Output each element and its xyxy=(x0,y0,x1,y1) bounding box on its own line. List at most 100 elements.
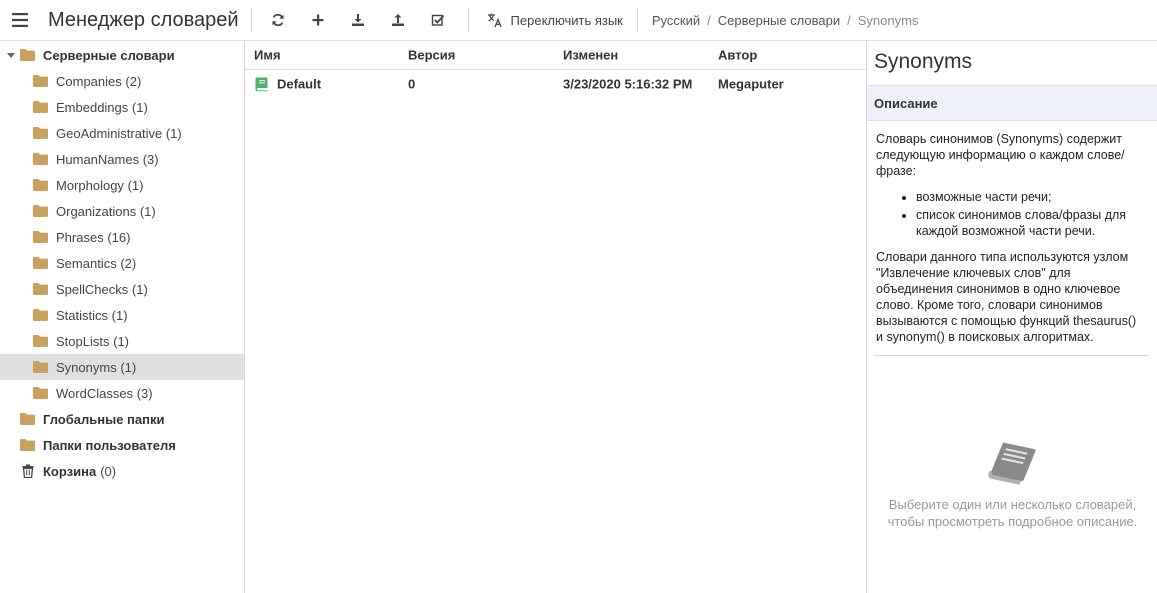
tree-label: GeoAdministrative (1) xyxy=(56,125,182,141)
upload-icon xyxy=(391,14,404,26)
tree-item-phrases[interactable]: Phrases (16) xyxy=(0,224,244,250)
breadcrumb-server-dictionaries[interactable]: Серверные словари xyxy=(718,13,840,28)
tree-item-stoplists[interactable]: StopLists (1) xyxy=(0,328,244,354)
tree-count: (1) xyxy=(139,203,156,219)
description-text: Словарь синонимов (Synonyms) содержит сл… xyxy=(867,121,1150,355)
tree-count: (1) xyxy=(127,177,144,193)
tree-root-server-dictionaries[interactable]: Серверные словари xyxy=(0,42,244,68)
description-header: Описание xyxy=(867,85,1157,121)
menu-icon[interactable] xyxy=(0,0,40,41)
tree-label: StopLists (1) xyxy=(56,333,129,349)
tree-item-humannames[interactable]: HumanNames (3) xyxy=(0,146,244,172)
tree-item-organizations[interactable]: Organizations (1) xyxy=(0,198,244,224)
tree-count: (2) xyxy=(120,255,137,271)
tree-item-morphology[interactable]: Morphology (1) xyxy=(0,172,244,198)
folder-icon xyxy=(33,101,48,113)
tree-user-folders[interactable]: Папки пользователя xyxy=(0,432,244,458)
tree-count: (3) xyxy=(142,151,159,167)
tree-item-semantics[interactable]: Semantics (2) xyxy=(0,250,244,276)
refresh-button[interactable] xyxy=(258,0,298,41)
translate-icon xyxy=(487,13,502,28)
tree-label: Organizations (1) xyxy=(56,203,156,219)
book-icon xyxy=(255,77,268,92)
tree-item-synonyms[interactable]: Synonyms (1) xyxy=(0,354,244,380)
column-header-version[interactable]: Версия xyxy=(408,48,455,63)
folder-icon xyxy=(33,361,48,373)
description-intro: Словарь синонимов (Synonyms) содержит сл… xyxy=(876,132,1125,178)
upload-button[interactable] xyxy=(378,0,418,41)
tree-count: (16) xyxy=(107,229,131,245)
breadcrumb: Русский / Серверные словари / Synonyms xyxy=(651,12,919,28)
dictionary-table: Имя Версия Изменен Автор Default 0 3/23/… xyxy=(245,41,866,593)
folder-icon xyxy=(33,179,48,191)
tree-global-folders[interactable]: Глобальные папки xyxy=(0,406,244,432)
tree-item-companies[interactable]: Companies (2) xyxy=(0,68,244,94)
folder-icon xyxy=(20,49,35,61)
tree-count: (1) xyxy=(113,333,129,349)
tree-count: (3) xyxy=(136,385,153,401)
tree-count: (1) xyxy=(111,307,128,323)
tree-trash[interactable]: Корзина (0) xyxy=(0,458,244,484)
folder-icon xyxy=(33,75,48,87)
tree-label: SpellChecks (1) xyxy=(56,281,148,297)
empty-selection-hint: Выберите один или несколько словарей, чт… xyxy=(887,497,1138,529)
details-panel: Synonyms Описание Словарь синонимов (Syn… xyxy=(866,41,1157,593)
download-button[interactable] xyxy=(338,0,378,41)
plus-icon xyxy=(312,14,324,26)
dictionary-author: Megaputer xyxy=(718,76,784,92)
toolbar-divider xyxy=(250,8,252,32)
tree-label: Папки пользователя xyxy=(43,437,176,453)
column-header-author[interactable]: Автор xyxy=(718,48,757,63)
divider xyxy=(874,355,1149,356)
tree-count: (0) xyxy=(100,463,117,479)
tree-count: (1) xyxy=(120,359,137,375)
tree-label: Корзина (0) xyxy=(43,463,117,479)
app-title: Менеджер словарей xyxy=(48,8,239,31)
folder-icon xyxy=(33,283,48,295)
folder-icon xyxy=(33,231,48,243)
tree-label: Серверные словари xyxy=(43,47,175,63)
folder-icon xyxy=(20,413,35,425)
trash-icon xyxy=(22,464,34,478)
toolbar-divider xyxy=(636,8,638,32)
folder-icon xyxy=(33,257,48,269)
folder-icon xyxy=(33,153,48,165)
breadcrumb-current: Synonyms xyxy=(857,12,919,28)
column-header-modified[interactable]: Изменен xyxy=(563,48,618,63)
table-header: Имя Версия Изменен Автор xyxy=(245,41,866,70)
folder-icon xyxy=(20,439,35,451)
tree-count: (1) xyxy=(165,125,182,141)
add-button[interactable] xyxy=(298,0,338,41)
folder-icon xyxy=(33,309,48,321)
description-bullet: возможные части речи; xyxy=(916,189,1142,205)
tree-label: Embeddings (1) xyxy=(56,99,148,115)
folder-icon xyxy=(33,335,48,347)
tree-children: Companies (2) Embeddings (1) GeoAdministra… xyxy=(0,68,244,406)
breadcrumb-language[interactable]: Русский xyxy=(652,13,700,28)
tree-item-statistics[interactable]: Statistics (1) xyxy=(0,302,244,328)
folder-tree: Серверные словари Companies (2) Embedding… xyxy=(0,41,245,593)
tree-item-spellchecks[interactable]: SpellChecks (1) xyxy=(0,276,244,302)
description-list: возможные части речи; список синонимов с… xyxy=(916,189,1142,239)
toolbar: Менеджер словарей Переключить язык Русск… xyxy=(0,0,1157,41)
tree-label: Statistics (1) xyxy=(56,307,128,323)
switch-language-button[interactable]: Переключить язык xyxy=(475,0,637,41)
description-usage: Словари данного типа используются узлом … xyxy=(876,250,1137,344)
refresh-icon xyxy=(271,13,284,27)
tree-item-embeddings[interactable]: Embeddings (1) xyxy=(0,94,244,120)
checkbox-icon xyxy=(431,14,444,26)
tree-count: (1) xyxy=(131,281,148,297)
empty-selection-placeholder: Выберите один или несколько словарей, чт… xyxy=(867,439,1157,530)
toolbar-divider xyxy=(467,8,469,32)
table-row[interactable]: Default 0 3/23/2020 5:16:32 PM Megaputer xyxy=(245,70,866,98)
check-button[interactable] xyxy=(418,0,458,41)
column-header-name[interactable]: Имя xyxy=(254,48,281,63)
tree-item-geoadministrative[interactable]: GeoAdministrative (1) xyxy=(0,120,244,146)
tree-label: Companies (2) xyxy=(56,73,142,89)
tree-label: WordClasses (3) xyxy=(56,385,153,401)
tree-label: Phrases (16) xyxy=(56,229,131,245)
tree-item-wordclasses[interactable]: WordClasses (3) xyxy=(0,380,244,406)
caret-down-icon[interactable] xyxy=(7,51,15,59)
dictionary-name: Default xyxy=(277,76,322,92)
switch-language-label: Переключить язык xyxy=(510,12,623,28)
